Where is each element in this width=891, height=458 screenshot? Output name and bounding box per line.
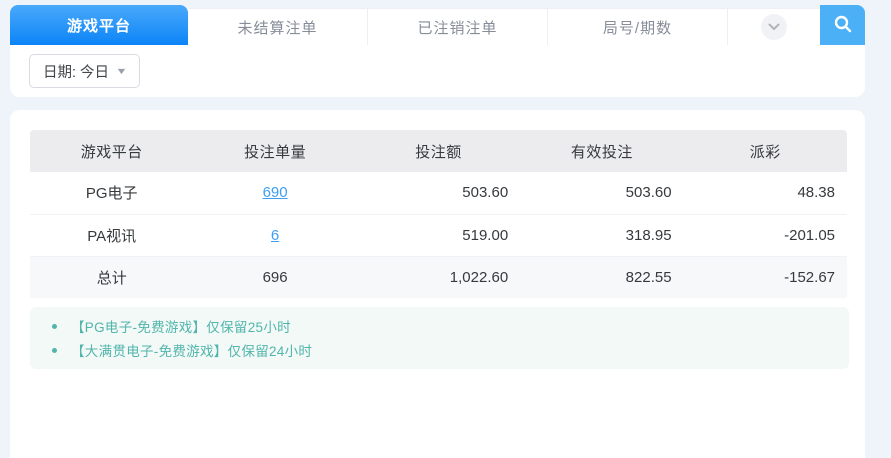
page: 游戏平台 未结算注单 已注销注单 局号/期数 日期: 今日 ▼ 游戏平台 投注单… (0, 0, 891, 458)
note-item: 【PG电子-免费游戏】仅保留25小时 (30, 314, 849, 338)
header-bet-count: 投注单量 (193, 130, 357, 172)
cell-valid-bet: 318.95 (520, 214, 684, 257)
header-payout: 派彩 (683, 130, 847, 172)
search-button[interactable] (820, 5, 865, 45)
tab-cancelled-bets[interactable]: 已注销注单 (368, 8, 548, 45)
chevron-down-icon (761, 14, 787, 40)
table-header-row: 游戏平台 投注单量 投注额 有效投注 派彩 (30, 130, 847, 172)
tab-unsettled-bets[interactable]: 未结算注单 (188, 8, 368, 45)
date-filter-dropdown[interactable]: 日期: 今日 ▼ (29, 54, 140, 88)
cell-bet-amount: 519.00 (356, 214, 521, 257)
header-valid-bet: 有效投注 (520, 130, 684, 172)
summary-card: 游戏平台 投注单量 投注额 有效投注 派彩 PG电子 690 503.60 50… (10, 110, 865, 458)
bet-count-link[interactable]: 690 (263, 184, 288, 201)
header-platform: 游戏平台 (30, 130, 194, 172)
cell-payout: 48.38 (683, 172, 847, 215)
header-bet-amount: 投注额 (356, 130, 521, 172)
top-tab-bar: 游戏平台 未结算注单 已注销注单 局号/期数 (10, 5, 865, 45)
tab-round-number[interactable]: 局号/期数 (548, 8, 728, 45)
tab-game-platform[interactable]: 游戏平台 (10, 5, 188, 45)
filter-bar: 日期: 今日 ▼ (10, 45, 865, 97)
table-total-row: 总计 696 1,022.60 822.55 -152.67 (30, 256, 847, 298)
table-row: PG电子 690 503.60 503.60 48.38 (30, 172, 847, 215)
note-text: 【PG电子-免费游戏】仅保留25小时 (71, 320, 291, 335)
cell-platform: PA视讯 (30, 214, 194, 257)
cell-total-count: 696 (193, 256, 357, 298)
tabs-more-button[interactable] (728, 8, 820, 45)
note-text: 【大满贯电子-免费游戏】仅保留24小时 (71, 344, 313, 359)
date-filter-label: 日期: 今日 (43, 64, 110, 81)
cell-platform: PG电子 (30, 172, 194, 215)
cell-total-payout: -152.67 (683, 256, 847, 298)
notes-panel: 【PG电子-免费游戏】仅保留25小时 【大满贯电子-免费游戏】仅保留24小时 (30, 307, 849, 369)
cell-total-bet-amount: 1,022.60 (356, 256, 521, 298)
note-item: 【大满贯电子-免费游戏】仅保留24小时 (30, 338, 849, 362)
cell-payout: -201.05 (683, 214, 847, 257)
bullet-dot-icon (52, 347, 57, 353)
cell-bet-amount: 503.60 (356, 172, 521, 215)
search-icon (833, 14, 853, 37)
cell-valid-bet: 503.60 (520, 172, 684, 215)
cell-total-label: 总计 (30, 256, 194, 298)
platform-stats-table: 游戏平台 投注单量 投注额 有效投注 派彩 PG电子 690 503.60 50… (30, 130, 847, 298)
bullet-dot-icon (52, 323, 57, 329)
cell-total-valid-bet: 822.55 (520, 256, 684, 298)
table-row: PA视讯 6 519.00 318.95 -201.05 (30, 214, 847, 257)
caret-down-icon: ▼ (115, 66, 128, 76)
bet-count-link[interactable]: 6 (271, 227, 279, 244)
